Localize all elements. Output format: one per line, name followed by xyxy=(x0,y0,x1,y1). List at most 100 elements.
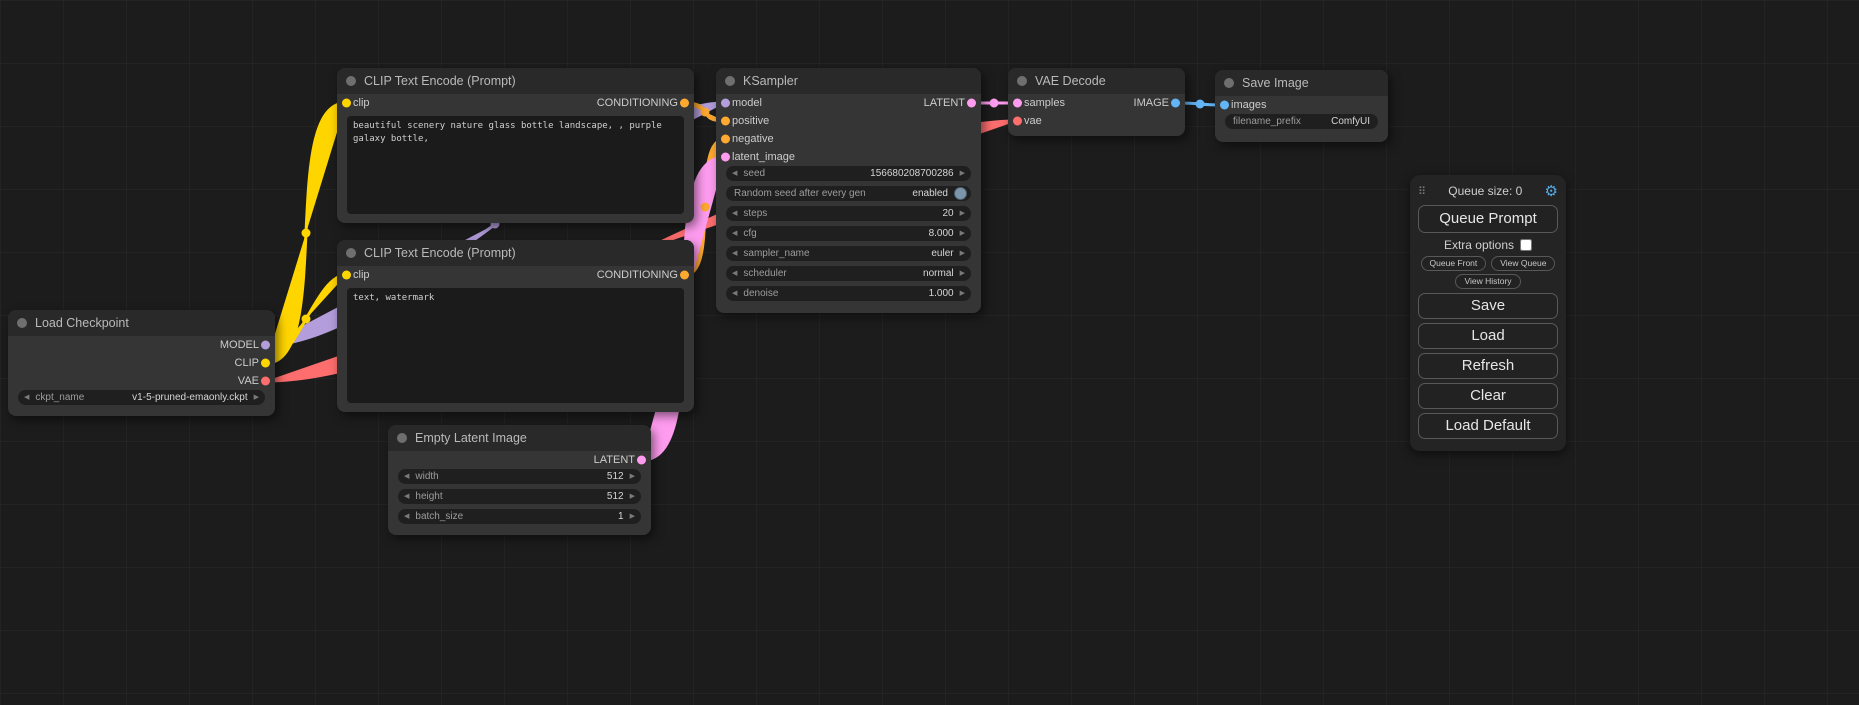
input-label: model xyxy=(732,97,762,109)
widget-label: seed xyxy=(743,168,765,179)
cfg-widget[interactable]: ◀ cfg 8.000 ▶ xyxy=(726,226,971,241)
decrement-arrow-icon[interactable]: ◀ xyxy=(732,250,737,257)
denoise-widget[interactable]: ◀ denoise 1.000 ▶ xyxy=(726,286,971,301)
increment-arrow-icon[interactable]: ▶ xyxy=(960,250,965,257)
drag-handle-icon[interactable]: ⠿ xyxy=(1418,185,1426,198)
sampler-name-widget[interactable]: ◀ sampler_name euler ▶ xyxy=(726,246,971,261)
conditioning-output-port[interactable] xyxy=(680,271,689,280)
output-row: VAE xyxy=(8,372,275,390)
node-ksampler[interactable]: KSampler model LATENT positive negative … xyxy=(716,68,981,313)
queue-front-button[interactable]: Queue Front xyxy=(1421,256,1487,271)
node-canvas[interactable]: Load Checkpoint MODEL CLIP VAE ◀ ckpt_na… xyxy=(0,0,1859,705)
image-output-port[interactable] xyxy=(1171,99,1180,108)
comfy-menu-panel[interactable]: ⠿ Queue size: 0 ⚙ Queue Prompt Extra opt… xyxy=(1410,175,1566,451)
node-title-bar[interactable]: VAE Decode xyxy=(1008,68,1185,94)
node-title-bar[interactable]: CLIP Text Encode (Prompt) xyxy=(337,68,694,94)
decrement-arrow-icon[interactable]: ◀ xyxy=(404,513,409,520)
save-button[interactable]: Save xyxy=(1418,293,1558,319)
random-seed-widget[interactable]: Random seed after every gen enabled xyxy=(726,186,971,201)
load-default-button[interactable]: Load Default xyxy=(1418,413,1558,439)
positive-input-port[interactable] xyxy=(721,117,730,126)
filename-prefix-widget[interactable]: filename_prefix ComfyUI xyxy=(1225,114,1378,129)
clip-output-port[interactable] xyxy=(261,359,270,368)
node-title-bar[interactable]: Load Checkpoint xyxy=(8,310,275,336)
increment-arrow-icon[interactable]: ▶ xyxy=(960,170,965,177)
collapse-dot-icon[interactable] xyxy=(1224,78,1234,88)
collapse-dot-icon[interactable] xyxy=(397,433,407,443)
load-button[interactable]: Load xyxy=(1418,323,1558,349)
height-widget[interactable]: ◀ height 512 ▶ xyxy=(398,489,641,504)
decrement-arrow-icon[interactable]: ◀ xyxy=(732,290,737,297)
scheduler-widget[interactable]: ◀ scheduler normal ▶ xyxy=(726,266,971,281)
decrement-arrow-icon[interactable]: ◀ xyxy=(732,230,737,237)
node-load-checkpoint[interactable]: Load Checkpoint MODEL CLIP VAE ◀ ckpt_na… xyxy=(8,310,275,416)
view-history-button[interactable]: View History xyxy=(1455,274,1520,289)
ckpt-name-widget[interactable]: ◀ ckpt_name v1-5-pruned-emaonly.ckpt ▶ xyxy=(18,390,265,405)
collapse-dot-icon[interactable] xyxy=(1017,76,1027,86)
increment-arrow-icon[interactable]: ▶ xyxy=(960,270,965,277)
input-label: samples xyxy=(1024,97,1065,109)
collapse-dot-icon[interactable] xyxy=(725,76,735,86)
increment-arrow-icon[interactable]: ▶ xyxy=(960,290,965,297)
conditioning-output-port[interactable] xyxy=(680,99,689,108)
collapse-dot-icon[interactable] xyxy=(346,76,356,86)
node-title: CLIP Text Encode (Prompt) xyxy=(364,74,516,88)
samples-input-port[interactable] xyxy=(1013,99,1022,108)
steps-widget[interactable]: ◀ steps 20 ▶ xyxy=(726,206,971,221)
negative-input-port[interactable] xyxy=(721,135,730,144)
images-input-port[interactable] xyxy=(1220,101,1229,110)
increment-arrow-icon[interactable]: ▶ xyxy=(630,473,635,480)
latent-output-port[interactable] xyxy=(637,456,646,465)
vae-input-port[interactable] xyxy=(1013,117,1022,126)
input-label: vae xyxy=(1024,115,1042,127)
node-empty-latent-image[interactable]: Empty Latent Image LATENT ◀ width 512 ▶ … xyxy=(388,425,651,535)
clear-button[interactable]: Clear xyxy=(1418,383,1558,409)
widget-value: 1.000 xyxy=(929,288,954,299)
wire-midpoint-dot xyxy=(701,108,709,116)
node-title-bar[interactable]: Empty Latent Image xyxy=(388,425,651,451)
node-save-image[interactable]: Save Image images filename_prefix ComfyU… xyxy=(1215,70,1388,142)
clip-input-port[interactable] xyxy=(342,99,351,108)
latent-output-port[interactable] xyxy=(967,99,976,108)
node-clip-text-encode-negative[interactable]: CLIP Text Encode (Prompt) clip CONDITION… xyxy=(337,240,694,412)
collapse-dot-icon[interactable] xyxy=(17,318,27,328)
decrement-arrow-icon[interactable]: ◀ xyxy=(732,170,737,177)
vae-output-port[interactable] xyxy=(261,377,270,386)
increment-arrow-icon[interactable]: ▶ xyxy=(630,513,635,520)
collapse-dot-icon[interactable] xyxy=(346,248,356,258)
node-title-bar[interactable]: KSampler xyxy=(716,68,981,94)
port-row: images xyxy=(1215,96,1388,114)
increment-arrow-icon[interactable]: ▶ xyxy=(960,230,965,237)
seed-toggle-icon[interactable] xyxy=(954,187,967,200)
seed-widget[interactable]: ◀ seed 156680208700286 ▶ xyxy=(726,166,971,181)
decrement-arrow-icon[interactable]: ◀ xyxy=(24,394,29,401)
increment-arrow-icon[interactable]: ▶ xyxy=(254,394,259,401)
increment-arrow-icon[interactable]: ▶ xyxy=(960,210,965,217)
refresh-button[interactable]: Refresh xyxy=(1418,353,1558,379)
node-title-bar[interactable]: CLIP Text Encode (Prompt) xyxy=(337,240,694,266)
batch-size-widget[interactable]: ◀ batch_size 1 ▶ xyxy=(398,509,641,524)
decrement-arrow-icon[interactable]: ◀ xyxy=(404,473,409,480)
view-queue-button[interactable]: View Queue xyxy=(1491,256,1555,271)
decrement-arrow-icon[interactable]: ◀ xyxy=(404,493,409,500)
settings-gear-icon[interactable]: ⚙ xyxy=(1545,184,1558,199)
model-input-port[interactable] xyxy=(721,99,730,108)
port-row: latent_image xyxy=(716,148,981,166)
widget-value: v1-5-pruned-emaonly.ckpt xyxy=(132,392,247,403)
decrement-arrow-icon[interactable]: ◀ xyxy=(732,270,737,277)
increment-arrow-icon[interactable]: ▶ xyxy=(630,493,635,500)
widget-value: 512 xyxy=(607,471,624,482)
positive-prompt-textarea[interactable]: beautiful scenery nature glass bottle la… xyxy=(347,116,684,214)
negative-prompt-textarea[interactable]: text, watermark xyxy=(347,288,684,403)
width-widget[interactable]: ◀ width 512 ▶ xyxy=(398,469,641,484)
node-clip-text-encode-positive[interactable]: CLIP Text Encode (Prompt) clip CONDITION… xyxy=(337,68,694,223)
queue-prompt-button[interactable]: Queue Prompt xyxy=(1418,205,1558,233)
node-title-bar[interactable]: Save Image xyxy=(1215,70,1388,96)
latent-image-input-port[interactable] xyxy=(721,153,730,162)
model-output-port[interactable] xyxy=(261,341,270,350)
clip-input-port[interactable] xyxy=(342,271,351,280)
node-title: CLIP Text Encode (Prompt) xyxy=(364,246,516,260)
extra-options-checkbox[interactable] xyxy=(1520,239,1532,251)
node-vae-decode[interactable]: VAE Decode samples IMAGE vae xyxy=(1008,68,1185,136)
decrement-arrow-icon[interactable]: ◀ xyxy=(732,210,737,217)
